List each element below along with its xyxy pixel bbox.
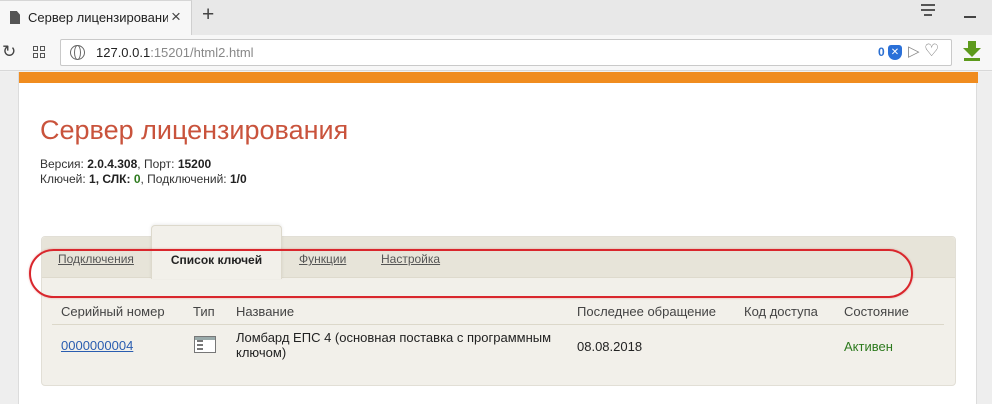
reload-icon[interactable]: ↻ <box>2 42 16 62</box>
download-icon[interactable] <box>963 41 981 61</box>
url-field[interactable]: 127.0.0.1:15201/html2.html 0 ✕ ▷ ♡ <box>60 39 952 66</box>
tab-title: Сервер лицензирования <box>28 10 168 25</box>
browser-tab[interactable]: Сервер лицензирования × <box>0 0 192 35</box>
column-header-type: Тип <box>193 304 215 319</box>
speed-dial-icon[interactable] <box>33 46 46 59</box>
column-header-name: Название <box>236 304 295 319</box>
page-container: Сервер лицензирования Версия: 2.0.4.308,… <box>18 72 978 404</box>
browser-tabstrip: Сервер лицензирования × + <box>0 0 992 35</box>
key-name: Ломбард ЕПС 4 (основная поставка с прогр… <box>236 330 552 360</box>
bookmark-heart-icon[interactable]: ♡ <box>924 41 939 61</box>
adblock-counter: 0 <box>878 45 885 59</box>
status-value: Активен <box>844 339 893 354</box>
page-viewport: Сервер лицензирования Версия: 2.0.4.308,… <box>0 72 992 404</box>
url-text[interactable]: 127.0.0.1:15201/html2.html <box>96 45 254 60</box>
minimize-button[interactable] <box>964 16 976 18</box>
close-tab-icon[interactable]: × <box>171 7 181 27</box>
page-title: Сервер лицензирования <box>40 115 349 145</box>
keys-info: Ключей: 1, СЛК: 0, Подключений: 1/0 <box>40 172 247 186</box>
header-accent-strip <box>19 72 978 83</box>
last-call-date: 08.08.2018 <box>577 339 643 354</box>
send-icon[interactable]: ▷ <box>908 42 920 60</box>
column-header-last-call: Последнее обращение <box>577 304 717 319</box>
document-icon <box>10 11 20 24</box>
header-divider <box>52 324 944 325</box>
serial-number-link[interactable]: 0000000004 <box>61 338 133 353</box>
key-card-icon <box>194 336 216 353</box>
red-highlight-ellipse <box>29 249 913 298</box>
column-header-serial: Серийный номер <box>61 304 165 319</box>
column-header-status: Состояние <box>844 304 909 319</box>
adblock-shield-icon[interactable]: ✕ <box>888 45 902 60</box>
column-header-access-code: Код доступа <box>744 304 818 319</box>
globe-icon <box>70 45 85 60</box>
version-info: Версия: 2.0.4.308, Порт: 15200 <box>40 157 212 171</box>
address-toolbar: ↻ 127.0.0.1:15201/html2.html 0 ✕ ▷ ♡ <box>0 35 992 71</box>
tabs-menu-icon[interactable] <box>921 4 937 20</box>
new-tab-button[interactable]: + <box>202 3 214 27</box>
